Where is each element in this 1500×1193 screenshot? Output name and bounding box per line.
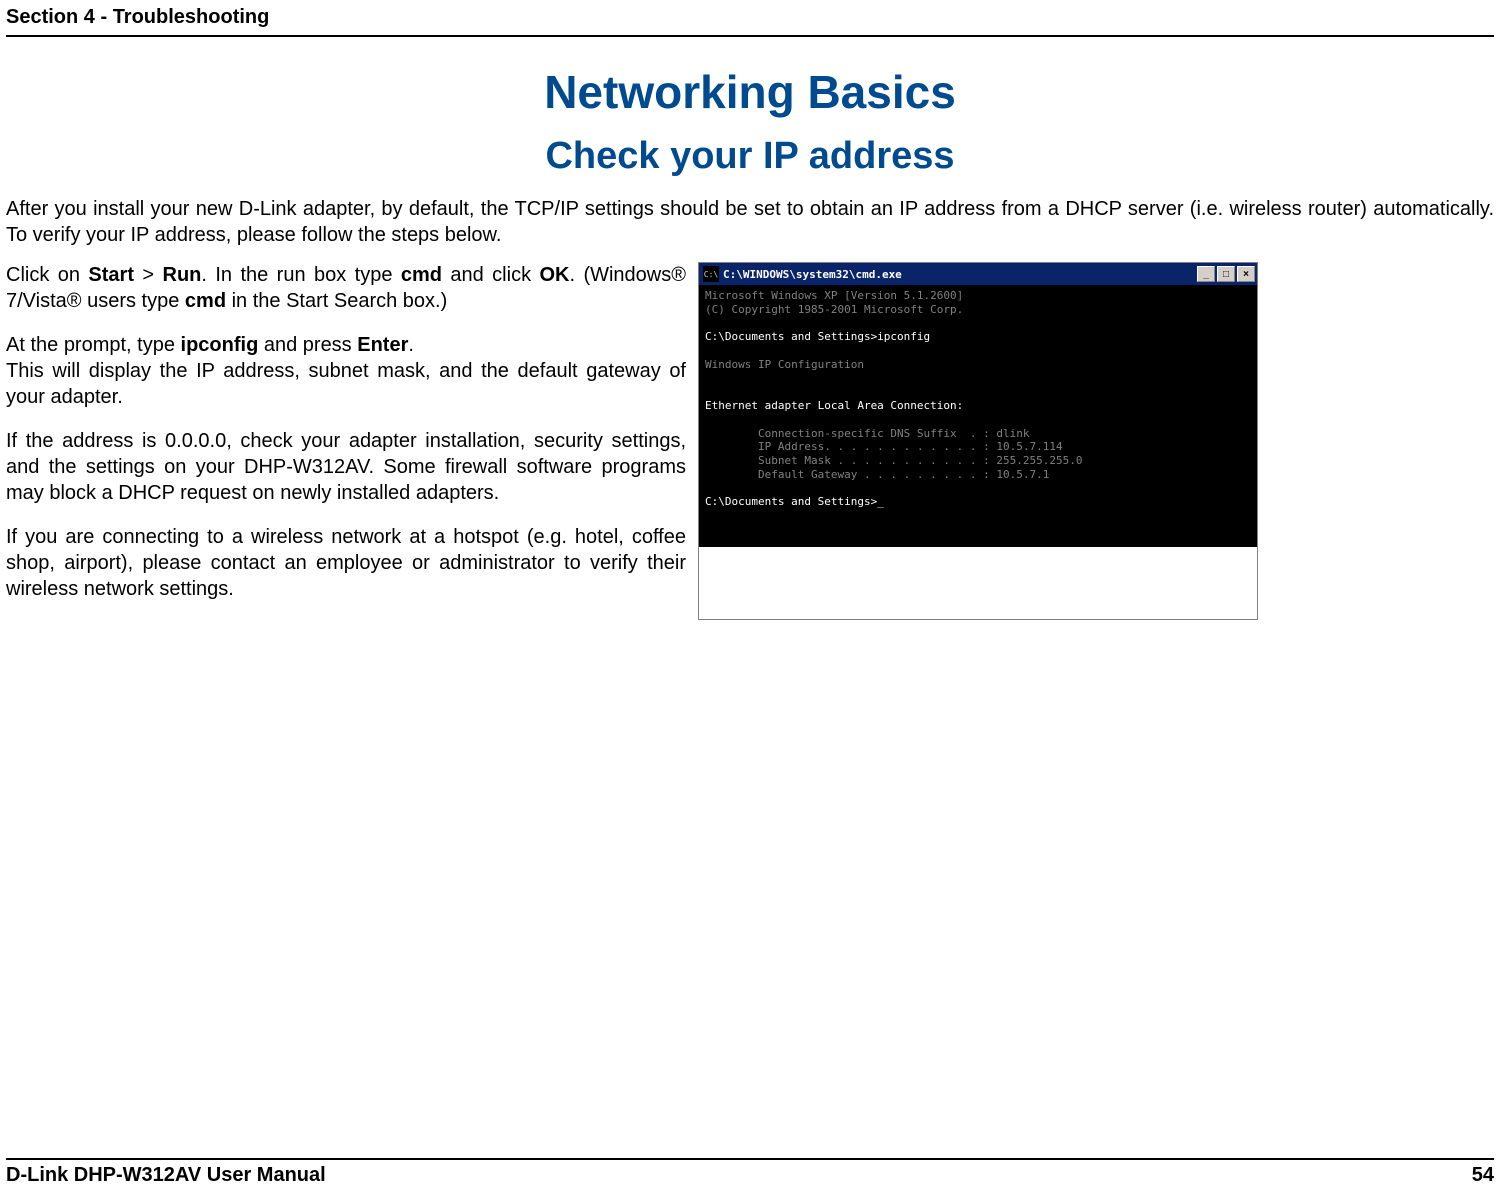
cmd-line: C:\Documents and Settings>ipconfig xyxy=(705,330,930,343)
cmd-line: Ethernet adapter Local Area Connection: xyxy=(705,399,963,412)
footer-left: D-Link DHP-W312AV User Manual xyxy=(6,1164,326,1187)
left-column: Click on Start > Run. In the run box typ… xyxy=(6,262,686,620)
minimize-button[interactable]: _ xyxy=(1197,266,1215,282)
paragraph-2: At the prompt, type ipconfig and press E… xyxy=(6,332,686,410)
page-footer: D-Link DHP-W312AV User Manual 54 xyxy=(6,1158,1494,1187)
paragraph-1: Click on Start > Run. In the run box typ… xyxy=(6,262,686,314)
cmd-output: Microsoft Windows XP [Version 5.1.2600] … xyxy=(699,285,1257,547)
text-bold: ipconfig xyxy=(181,334,259,356)
cmd-window: C:\ C:\WINDOWS\system32\cmd.exe _ □ × Mi… xyxy=(698,262,1258,620)
text-bold: Run xyxy=(163,264,202,286)
section-header: Section 4 - Troubleshooting xyxy=(6,0,1494,37)
cmd-line: Subnet Mask . . . . . . . . . . . : 255.… xyxy=(705,454,1083,467)
paragraph-4: If you are connecting to a wireless netw… xyxy=(6,524,686,602)
text: . xyxy=(408,334,414,356)
text-bold: Enter xyxy=(357,334,408,356)
cmd-title-text: C:\WINDOWS\system32\cmd.exe xyxy=(723,268,1197,281)
cmd-titlebar: C:\ C:\WINDOWS\system32\cmd.exe _ □ × xyxy=(699,263,1257,285)
paragraph-3: If the address is 0.0.0.0, check your ad… xyxy=(6,428,686,506)
text: and click xyxy=(442,264,540,286)
text: in the Start Search box.) xyxy=(226,290,447,312)
cmd-line: Microsoft Windows XP [Version 5.1.2600] xyxy=(705,289,963,302)
text-bold: Start xyxy=(88,264,134,286)
text: and press xyxy=(258,334,357,356)
cmd-line: IP Address. . . . . . . . . . . . : 10.5… xyxy=(705,440,1063,453)
cmd-line: (C) Copyright 1985-2001 Microsoft Corp. xyxy=(705,303,963,316)
cmd-line: Windows IP Configuration xyxy=(705,358,864,371)
text: At the prompt, type xyxy=(6,334,181,356)
cmd-line: C:\Documents and Settings>_ xyxy=(705,495,884,508)
cmd-line: Connection-specific DNS Suffix . : dlink xyxy=(705,427,1030,440)
window-buttons: _ □ × xyxy=(1197,266,1255,282)
page-title-main: Networking Basics xyxy=(6,65,1494,119)
text-bold: OK xyxy=(539,264,569,286)
cmd-icon: C:\ xyxy=(703,266,719,282)
page-title-sub: Check your IP address xyxy=(6,135,1494,178)
maximize-button[interactable]: □ xyxy=(1217,266,1235,282)
text: Click on xyxy=(6,264,88,286)
close-button[interactable]: × xyxy=(1237,266,1255,282)
footer-page-number: 54 xyxy=(1472,1164,1494,1187)
intro-paragraph: After you install your new D-Link adapte… xyxy=(6,196,1494,248)
text-bold: cmd xyxy=(401,264,442,286)
text-bold: cmd xyxy=(185,290,226,312)
content-row: Click on Start > Run. In the run box typ… xyxy=(6,262,1494,620)
text: . In the run box type xyxy=(201,264,400,286)
text: This will display the IP address, subnet… xyxy=(6,360,686,408)
text: > xyxy=(134,264,163,286)
cmd-line: Default Gateway . . . . . . . . . : 10.5… xyxy=(705,468,1049,481)
